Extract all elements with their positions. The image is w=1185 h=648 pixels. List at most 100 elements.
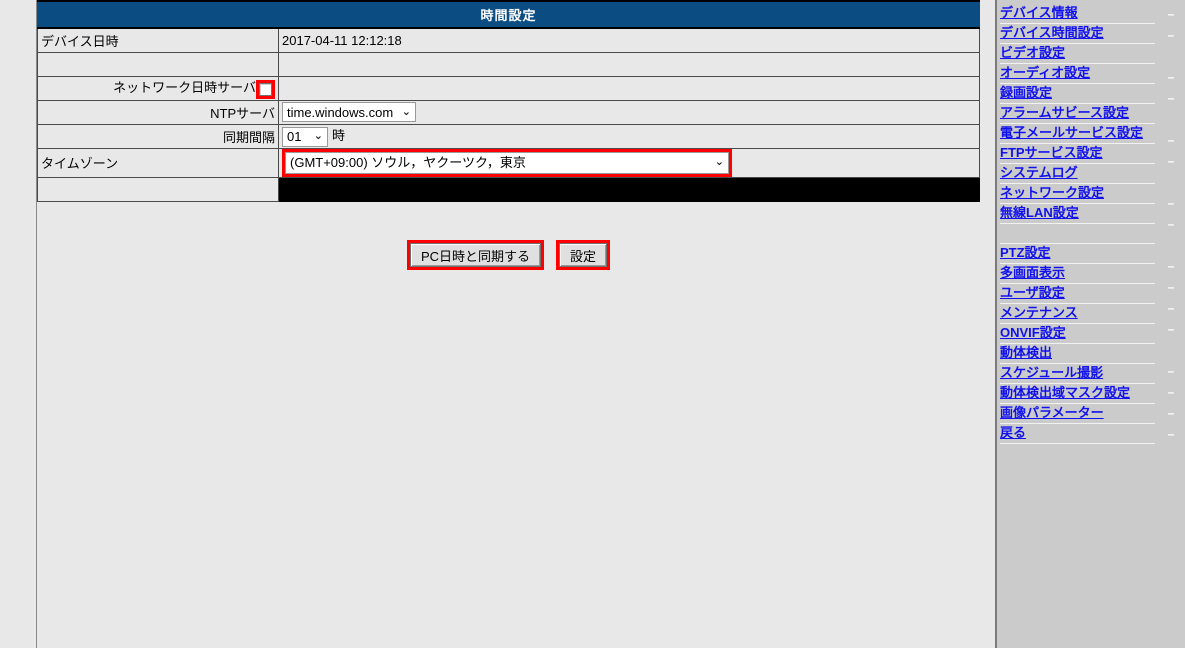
network-time-server-label-cell: ネットワーク日時サーバ [37, 75, 279, 101]
sidebar-item-15[interactable]: メンテナンス [1000, 304, 1155, 324]
spacer-value-cell [278, 51, 980, 77]
sidebar-item-label: 動体検出 [1000, 345, 1053, 360]
sidebar-item-label: PTZ設定 [1000, 245, 1051, 260]
sidebar-item-0[interactable]: デバイス情報 [1000, 4, 1155, 24]
sidebar-item-8[interactable]: システムログ [1000, 164, 1155, 184]
network-time-server-label: ネットワーク日時サーバ [113, 80, 256, 96]
sidebar-dash-marker: – [1167, 70, 1175, 84]
sidebar-item-21[interactable]: 戻る [1000, 424, 1155, 444]
sidebar-dash-marker: – [1167, 364, 1175, 378]
row-timezone: タイムゾーン (GMT+09:00) ソウル，ヤクーツク，東京 ⌄ [37, 147, 980, 178]
sidebar-dash-marker: – [1167, 133, 1175, 147]
sidebar-item-label: アラームサビース設定 [1000, 105, 1129, 120]
sidebar-item-label: FTPサービス設定 [1000, 145, 1103, 160]
sidebar-item-14[interactable]: ユーザ設定 [1000, 284, 1155, 304]
sync-interval-label: 同期間隔 [37, 123, 279, 149]
apply-button-highlight: 設定 [556, 240, 611, 270]
navigation-sidebar: デバイス情報デバイス時間設定 ビデオ設定オーディオ設定 録画設定アラームサビース設定… [997, 0, 1185, 648]
apply-settings-button[interactable]: 設定 [559, 243, 608, 267]
sidebar-menu-list: デバイス情報デバイス時間設定 ビデオ設定オーディオ設定 録画設定アラームサビース設定… [1000, 4, 1155, 444]
sidebar-item-label: デバイス情報 [1000, 5, 1078, 20]
settings-content-pane: 時間設定 デバイス日時 2017-04-11 12:12:18 ネットワーク日時… [36, 0, 989, 648]
page-root: 時間設定 デバイス日時 2017-04-11 12:12:18 ネットワーク日時… [0, 0, 1185, 648]
sidebar-item-18[interactable]: スケジュール撮影 [1000, 364, 1155, 384]
sidebar-dash-marker: – [1167, 28, 1175, 42]
sync-pc-button-highlight: PC日時と同期する [406, 240, 545, 270]
ntp-server-select[interactable]: time.windows.com ⌄ [282, 102, 416, 122]
row-ntp-server: NTPサーバ time.windows.com ⌄ [37, 99, 980, 125]
device-time-value: 2017-04-11 12:12:18 [278, 27, 980, 53]
timezone-select[interactable]: (GMT+09:00) ソウル，ヤクーツク，東京 ⌄ [285, 151, 729, 174]
sidebar-item-label: メンテナンス [1000, 305, 1078, 320]
network-time-server-value-cell [278, 75, 980, 101]
row-spacer-2 [37, 176, 980, 202]
sidebar-item-label: デバイス時間設定 [1000, 25, 1104, 40]
sidebar-item-label: スケジュール撮影 [1000, 365, 1104, 380]
sidebar-dash-marker: – [1167, 217, 1175, 231]
sidebar-item-20[interactable]: 画像パラメーター [1000, 404, 1155, 424]
sidebar-item-19[interactable]: 動体検出域マスク設定 [1000, 384, 1155, 404]
sidebar-item-6[interactable]: 電子メールサービス設定 [1000, 124, 1155, 144]
row-sync-interval: 同期間隔 01 ⌄ 時 [37, 123, 980, 149]
sidebar-item-9[interactable]: ネットワーク設定 [1000, 184, 1155, 204]
sidebar-item-13[interactable]: 多画面表示 [1000, 264, 1155, 284]
sidebar-dash-marker: – [1167, 7, 1175, 21]
sidebar-item-5[interactable]: アラームサビース設定 [1000, 104, 1155, 124]
sidebar-item-label: 動体検出域マスク設定 [1000, 385, 1131, 400]
sidebar-item-label: ユーザ設定 [1000, 285, 1065, 300]
sync-with-pc-button[interactable]: PC日時と同期する [409, 243, 542, 267]
sidebar-item-12[interactable]: PTZ設定 [1000, 244, 1155, 264]
sidebar-separator-11 [1000, 224, 1155, 244]
sidebar-dash-marker: – [1167, 91, 1175, 105]
sidebar-dash-marker: – [1167, 154, 1175, 168]
timezone-value-cell: (GMT+09:00) ソウル，ヤクーツク，東京 ⌄ [278, 147, 980, 178]
row-network-time-server: ネットワーク日時サーバ [37, 75, 980, 101]
spacer-label-cell [37, 51, 279, 77]
sidebar-dash-marker [1160, 109, 1182, 130]
sidebar-item-16[interactable]: ONVIF設定 [1000, 324, 1155, 344]
sidebar-item-label: 画像パラメーター [1000, 405, 1104, 420]
chevron-down-icon: ⌄ [401, 105, 411, 118]
sync-interval-unit: 時 [332, 128, 346, 144]
sidebar-dash-marker: – [1167, 196, 1175, 210]
sidebar-item-4[interactable]: 録画設定 [1000, 84, 1155, 104]
row-spacer-1 [37, 51, 980, 77]
sidebar-dash-marker [1160, 235, 1182, 256]
sidebar-item-label: 無線LAN設定 [1000, 205, 1079, 220]
sidebar-dash-marker: – [1167, 259, 1175, 273]
sidebar-item-2[interactable]: ビデオ設定 [1000, 44, 1155, 64]
sidebar-dash-marker [1160, 46, 1182, 67]
ntp-server-selected-value: time.windows.com [287, 104, 394, 120]
sidebar-dash-marker [1160, 445, 1182, 466]
network-time-server-checkbox-highlight [256, 79, 275, 99]
sidebar-item-label: 多画面表示 [1000, 265, 1066, 280]
ntp-server-label: NTPサーバ [37, 99, 279, 125]
sidebar-dash-marker: – [1167, 301, 1175, 315]
sidebar-dash-marker: – [1167, 280, 1175, 294]
network-time-server-checkbox[interactable] [259, 82, 272, 96]
chevron-down-icon: ⌄ [313, 130, 323, 143]
time-settings-form: 時間設定 デバイス日時 2017-04-11 12:12:18 ネットワーク日時… [37, 0, 980, 202]
sidebar-dash-marker: – [1167, 322, 1175, 336]
sidebar-dash-marker: – [1167, 427, 1175, 441]
chevron-down-icon: ⌄ [714, 156, 724, 168]
sidebar-item-1[interactable]: デバイス時間設定 [1000, 24, 1155, 44]
sidebar-item-17[interactable]: 動体検出 [1000, 344, 1155, 364]
sync-interval-value-cell: 01 ⌄ 時 [278, 123, 980, 149]
sidebar-dash-marker [1160, 172, 1182, 193]
spacer2-value-cell [278, 176, 980, 202]
sidebar-item-label: 戻る [1000, 425, 1027, 440]
sidebar-item-label: ネットワーク設定 [1000, 185, 1105, 200]
sidebar-dash-marker [1160, 340, 1182, 361]
sidebar-item-label: システムログ [1000, 165, 1078, 180]
sidebar-item-label: 録画設定 [1000, 85, 1053, 100]
sidebar-item-label: 電子メールサービス設定 [1000, 125, 1144, 140]
sidebar-item-10[interactable]: 無線LAN設定 [1000, 204, 1155, 224]
sidebar-item-7[interactable]: FTPサービス設定 [1000, 144, 1155, 164]
device-time-label: デバイス日時 [37, 27, 279, 53]
sidebar-item-3[interactable]: オーディオ設定 [1000, 64, 1155, 84]
sidebar-item-label: ONVIF設定 [1000, 325, 1066, 340]
sync-interval-select[interactable]: 01 ⌄ [282, 126, 328, 147]
row-device-time: デバイス日時 2017-04-11 12:12:18 [37, 27, 980, 53]
sidebar-item-label: ビデオ設定 [1000, 45, 1066, 60]
